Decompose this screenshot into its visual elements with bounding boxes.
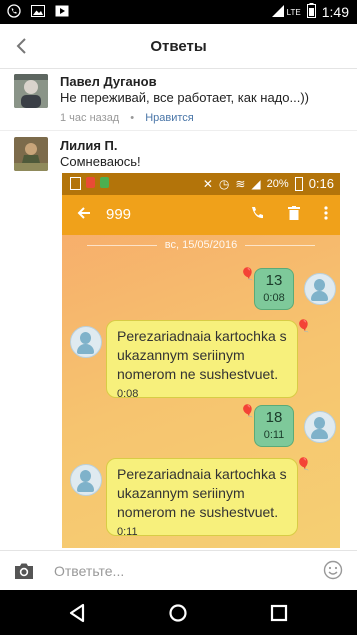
message-sent: 13 0:08: [254, 268, 294, 310]
battery-icon: [306, 3, 316, 21]
camera-button[interactable]: [12, 559, 36, 583]
avatar[interactable]: [14, 74, 48, 108]
message-time: 0:08: [263, 292, 285, 304]
date-separator: вс, 15/05/2016: [62, 239, 340, 251]
alarm-icon: ◷: [218, 176, 230, 191]
sticker-icon: 🎈: [296, 457, 311, 471]
home-nav-button[interactable]: [167, 602, 189, 624]
recents-nav-button[interactable]: [268, 602, 290, 624]
message-received: Perezariadnaia kartochka s ukazannym seri…: [106, 320, 298, 400]
message-line: Perezariadnaia kartochka s: [117, 328, 287, 344]
sticker-icon: 🎈: [296, 319, 311, 333]
contact-avatar: [304, 411, 336, 443]
square-recents-icon: [270, 604, 288, 622]
comment-item: Павел Дуганов Не переживай, все работает…: [0, 68, 357, 130]
contact-avatar: [70, 326, 102, 358]
screenshot-status-bar: ✕ ◷ ≋ ◢ 20% 0:16: [62, 173, 340, 195]
message-line: Perezariadnaia kartochka s: [117, 466, 287, 482]
app-icons: [70, 177, 109, 190]
trash-icon: [288, 206, 300, 224]
signal-icon: [271, 4, 285, 21]
comment-author[interactable]: Лилия П.: [60, 138, 118, 153]
signal-icon: ◢: [251, 176, 261, 191]
screenshot-time: 0:16: [308, 176, 334, 191]
message-received: Perezariadnaia kartochka s ukazannym seri…: [106, 458, 298, 538]
message-time: 0:08: [117, 388, 139, 400]
triangle-back-icon: [69, 603, 85, 623]
message-text: 18: [265, 409, 283, 426]
circle-home-icon: [169, 604, 187, 622]
contact-number: 999: [106, 206, 132, 223]
status-bar: LTE 1:49: [0, 0, 357, 24]
message-time: 0:11: [263, 429, 285, 441]
status-time: 1:49: [321, 4, 349, 20]
network-type: LTE: [286, 7, 301, 17]
avatar[interactable]: [14, 137, 48, 171]
header: Ответы: [0, 24, 357, 69]
more-vertical-icon: [324, 206, 328, 224]
camera-icon: [15, 563, 33, 579]
contact-avatar: [304, 273, 336, 305]
phone-call-icon: [6, 4, 22, 18]
reply-composer: [0, 550, 357, 591]
message-text: 13: [265, 272, 283, 289]
smiley-icon: [323, 560, 343, 580]
message-line: ukazannym seriinym: [117, 485, 245, 501]
mute-icon: ✕: [202, 176, 213, 191]
comment-time: 1 час назад: [60, 112, 120, 124]
meta-separator: •: [130, 112, 135, 124]
sticker-icon: 🎈: [240, 267, 255, 281]
message-time: 0:11: [117, 526, 138, 538]
phone-icon: [250, 206, 264, 224]
reply-input[interactable]: [52, 559, 306, 583]
page-title: Ответы: [150, 38, 207, 55]
sticker-icon: 🎈: [240, 404, 255, 418]
battery-icon: [294, 176, 303, 191]
navigation-bar: [0, 590, 357, 635]
attached-screenshot[interactable]: ✕ ◷ ≋ ◢ 20% 0:16 999 вс, 15/05/2016 🎈 13…: [62, 173, 340, 548]
message-line: ukazannym seriinym: [117, 347, 245, 363]
wifi-icon: ≋: [235, 176, 246, 191]
emoji-button[interactable]: [323, 560, 343, 580]
contact-avatar: [70, 464, 102, 496]
comment-author[interactable]: Павел Дуганов: [60, 74, 157, 89]
screenshot-app-bar: 999: [62, 195, 340, 235]
back-nav-button[interactable]: [66, 602, 88, 624]
video-play-icon: [54, 4, 70, 18]
comment-meta: 1 час назад • Нравится: [60, 112, 194, 124]
battery-level: 20%: [266, 177, 289, 190]
comment-item: Лилия П. Сомневаюсь!: [0, 131, 357, 175]
image-icon: [30, 4, 46, 18]
comment-text: Сомневаюсь!: [60, 154, 141, 169]
arrow-left-icon: [76, 205, 92, 226]
message-line: nomerom ne sushestvuet.: [117, 504, 279, 520]
message-line: nomerom ne sushestvuet.: [117, 366, 279, 382]
like-button[interactable]: Нравится: [145, 112, 194, 124]
comment-text: Не переживай, все работает, как надо...)…: [60, 90, 309, 105]
message-sent: 18 0:11: [254, 405, 294, 447]
